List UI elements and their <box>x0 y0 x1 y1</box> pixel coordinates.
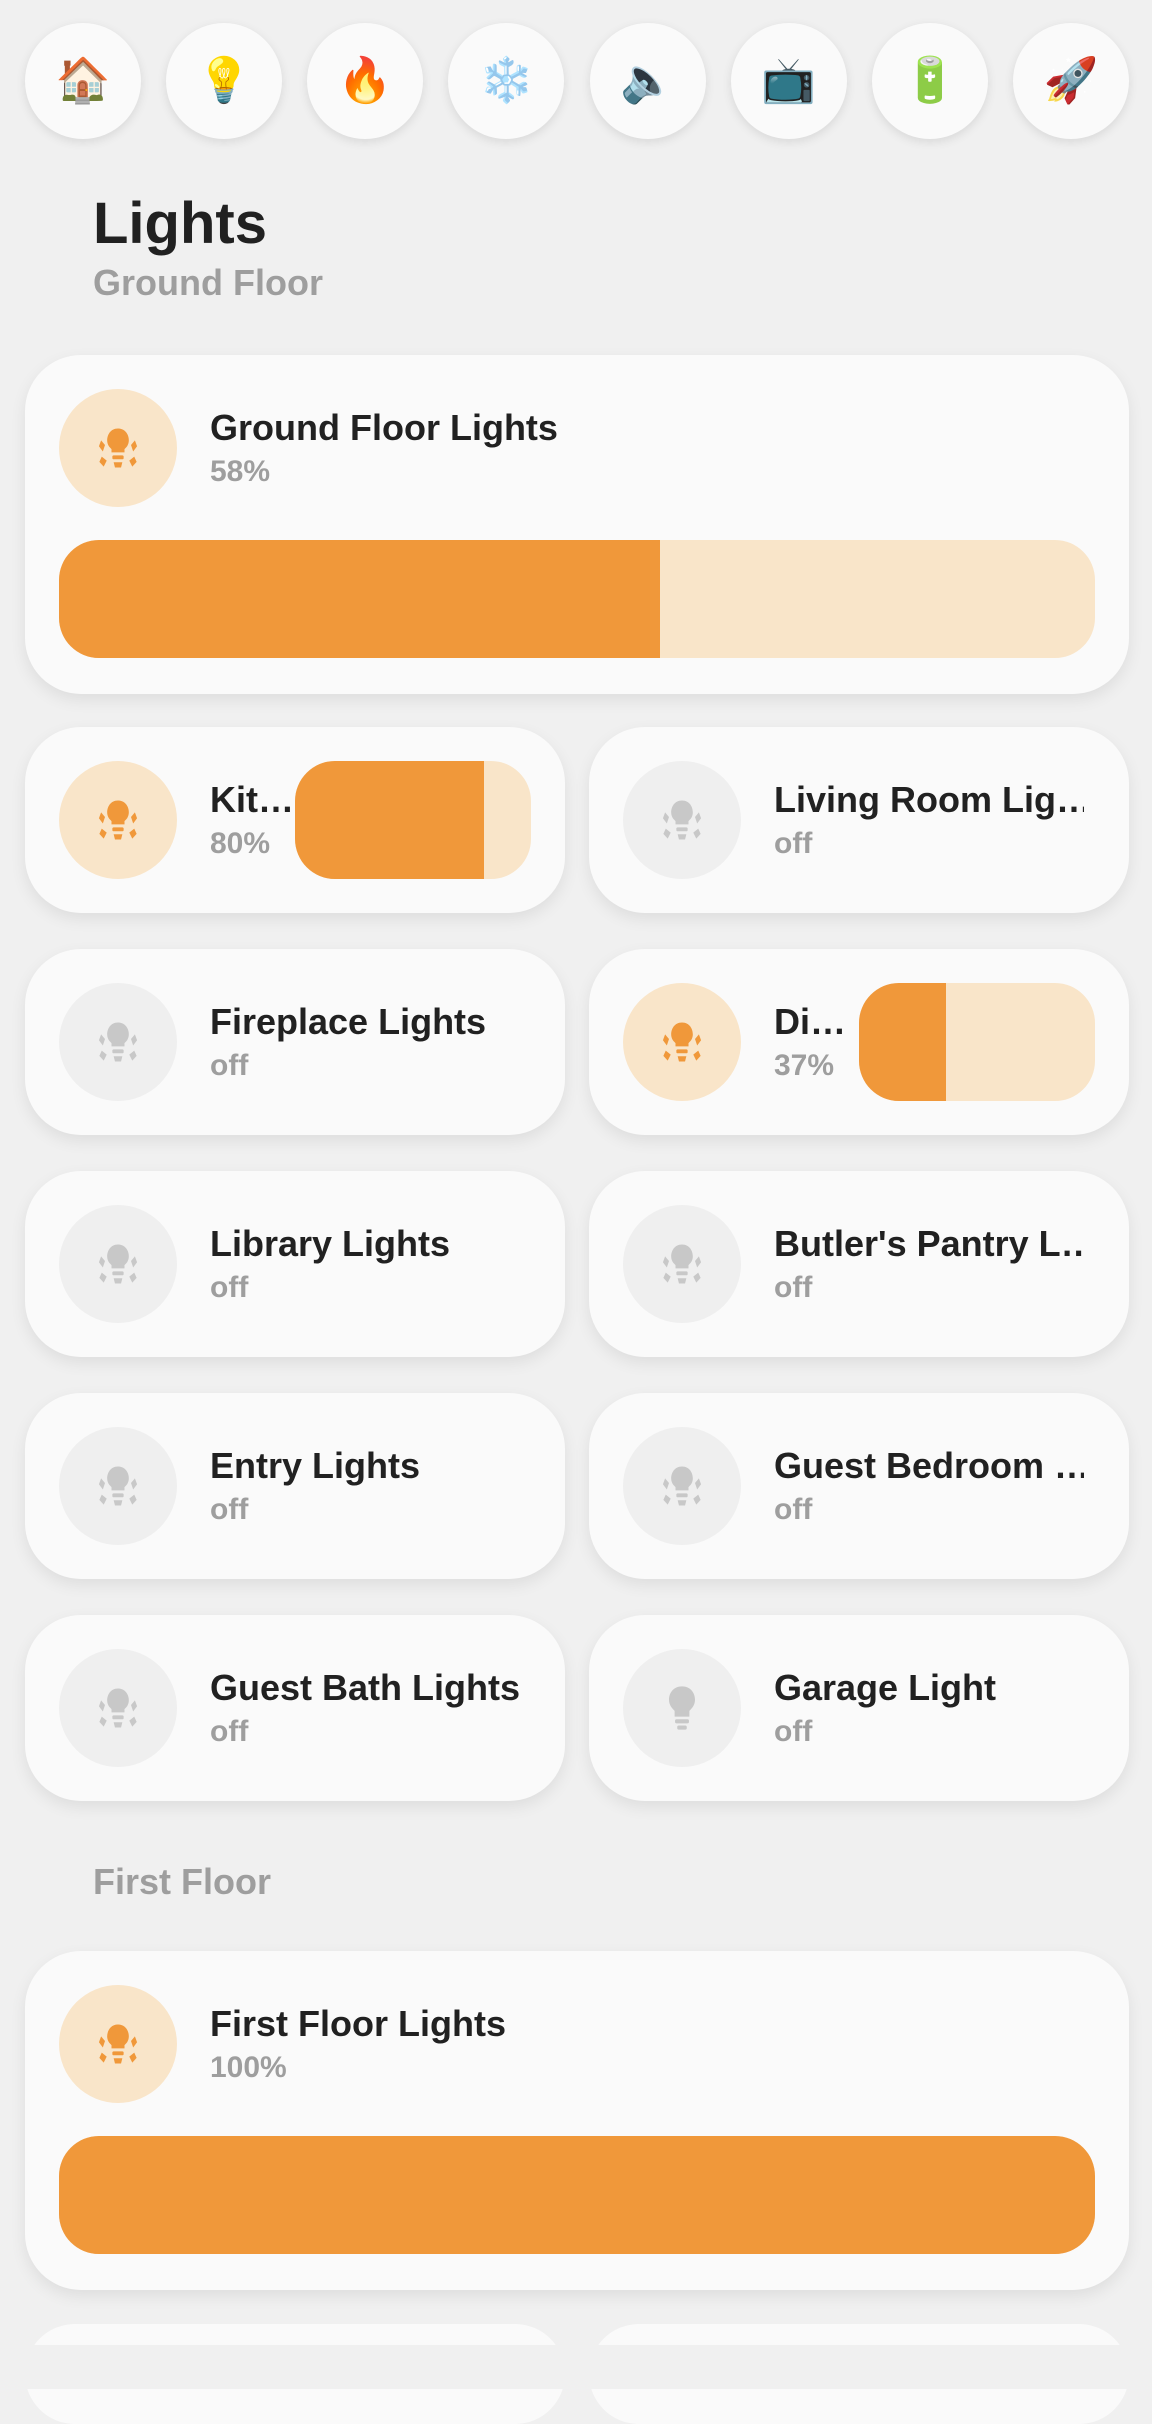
ceiling-light-icon[interactable] <box>59 389 177 507</box>
card-state: off <box>210 1049 249 1082</box>
nav-energy-button[interactable]: 🔋 <box>871 23 988 139</box>
light-card-fireplace[interactable]: Fireplace Lights off <box>25 949 565 1135</box>
nav-heating-button[interactable]: 🔥 <box>307 23 424 139</box>
ceiling-light-icon[interactable] <box>59 1649 177 1767</box>
fire-icon: 🔥 <box>337 56 393 105</box>
brightness-slider[interactable] <box>59 2136 1095 2254</box>
light-card-butlers-pantry[interactable]: Butler's Pantry L… off <box>589 1171 1129 1357</box>
slider-fill <box>59 540 660 658</box>
rocket-icon: 🚀 <box>1043 56 1099 105</box>
lightbulb-icon[interactable] <box>623 1649 741 1767</box>
light-card-living-room[interactable]: Living Room Lig… off <box>589 727 1129 913</box>
brightness-slider[interactable] <box>59 540 1095 658</box>
ceiling-light-icon[interactable] <box>59 1205 177 1323</box>
card-name: Di… <box>774 1001 844 1042</box>
light-card-dining[interactable]: Di… 37% <box>589 949 1129 1135</box>
television-icon: 📺 <box>761 56 817 105</box>
card-name: Living Room Lig… <box>774 779 1084 820</box>
card-name: Ground Floor Lights <box>210 407 558 448</box>
light-card-guest-bedroom[interactable]: Guest Bedroom … off <box>589 1393 1129 1579</box>
card-state: off <box>774 827 813 860</box>
viewport-edge <box>0 2345 1152 2389</box>
nav-home-button[interactable]: 🏠 <box>25 23 141 139</box>
ceiling-light-icon[interactable] <box>623 761 741 879</box>
light-card-entry[interactable]: Entry Lights off <box>25 1393 565 1579</box>
ceiling-light-icon[interactable] <box>59 983 177 1101</box>
section-title-first-floor: First Floor <box>93 1861 271 1902</box>
slider-fill <box>859 983 947 1101</box>
card-state: off <box>774 1493 813 1526</box>
card-name: Guest Bedroom … <box>774 1445 1084 1486</box>
card-state: 100% <box>210 2051 287 2084</box>
ceiling-light-icon[interactable] <box>59 761 177 879</box>
nav-climate-button[interactable]: ❄️ <box>448 23 565 139</box>
battery-icon: 🔋 <box>902 56 958 105</box>
speaker-icon: 🔈 <box>620 56 675 105</box>
group-card-first-floor-lights[interactable]: First Floor Lights 100% <box>25 1951 1129 2290</box>
nav-media-button[interactable]: 📺 <box>730 23 847 139</box>
slider-fill <box>295 761 484 879</box>
home-icon: 🏠 <box>55 56 111 105</box>
nav-misc-button[interactable]: 🚀 <box>1012 23 1129 139</box>
card-state: 58% <box>210 455 271 488</box>
brightness-slider[interactable] <box>295 761 531 879</box>
card-name: Entry Lights <box>210 1445 421 1486</box>
nav-audio-button[interactable]: 🔈 <box>589 23 706 139</box>
ceiling-light-icon[interactable] <box>59 1427 177 1545</box>
nav-lights-button[interactable]: 💡 <box>166 23 283 139</box>
card-name: Garage Light <box>774 1667 997 1708</box>
ceiling-light-icon[interactable] <box>623 1205 741 1323</box>
section-title-ground-floor: Ground Floor <box>93 262 323 303</box>
card-name: Kit… <box>210 779 292 820</box>
ceiling-light-icon[interactable] <box>59 1985 177 2103</box>
light-card-library[interactable]: Library Lights off <box>25 1171 565 1357</box>
card-name: First Floor Lights <box>210 2003 506 2044</box>
card-state: off <box>210 1493 249 1526</box>
light-card-garage[interactable]: Garage Light off <box>589 1615 1129 1801</box>
card-state: 80% <box>210 827 271 860</box>
brightness-slider[interactable] <box>859 983 1095 1101</box>
snowflake-icon: ❄️ <box>479 56 534 105</box>
lightbulb-icon: 💡 <box>196 56 252 105</box>
light-card-kitchen[interactable]: Kit… 80% <box>25 727 565 913</box>
light-card-guest-bath[interactable]: Guest Bath Lights off <box>25 1615 565 1801</box>
ceiling-light-icon[interactable] <box>623 983 741 1101</box>
ceiling-light-icon[interactable] <box>623 1427 741 1545</box>
page-title: Lights <box>93 191 267 256</box>
card-name: Butler's Pantry L… <box>774 1223 1084 1264</box>
group-card-ground-floor-lights[interactable]: Ground Floor Lights 58% <box>25 355 1129 694</box>
navbar: 🏠 💡 🔥 ❄️ 🔈 📺 🔋 🚀 <box>25 23 1129 139</box>
card-state: 37% <box>774 1049 835 1082</box>
card-name: Fireplace Lights <box>210 1001 487 1042</box>
card-state: off <box>774 1271 813 1304</box>
card-state: off <box>210 1271 249 1304</box>
slider-fill <box>59 2136 1095 2254</box>
card-name: Guest Bath Lights <box>210 1667 521 1708</box>
card-name: Library Lights <box>210 1223 451 1264</box>
card-state: off <box>210 1715 249 1748</box>
card-state: off <box>774 1715 813 1748</box>
